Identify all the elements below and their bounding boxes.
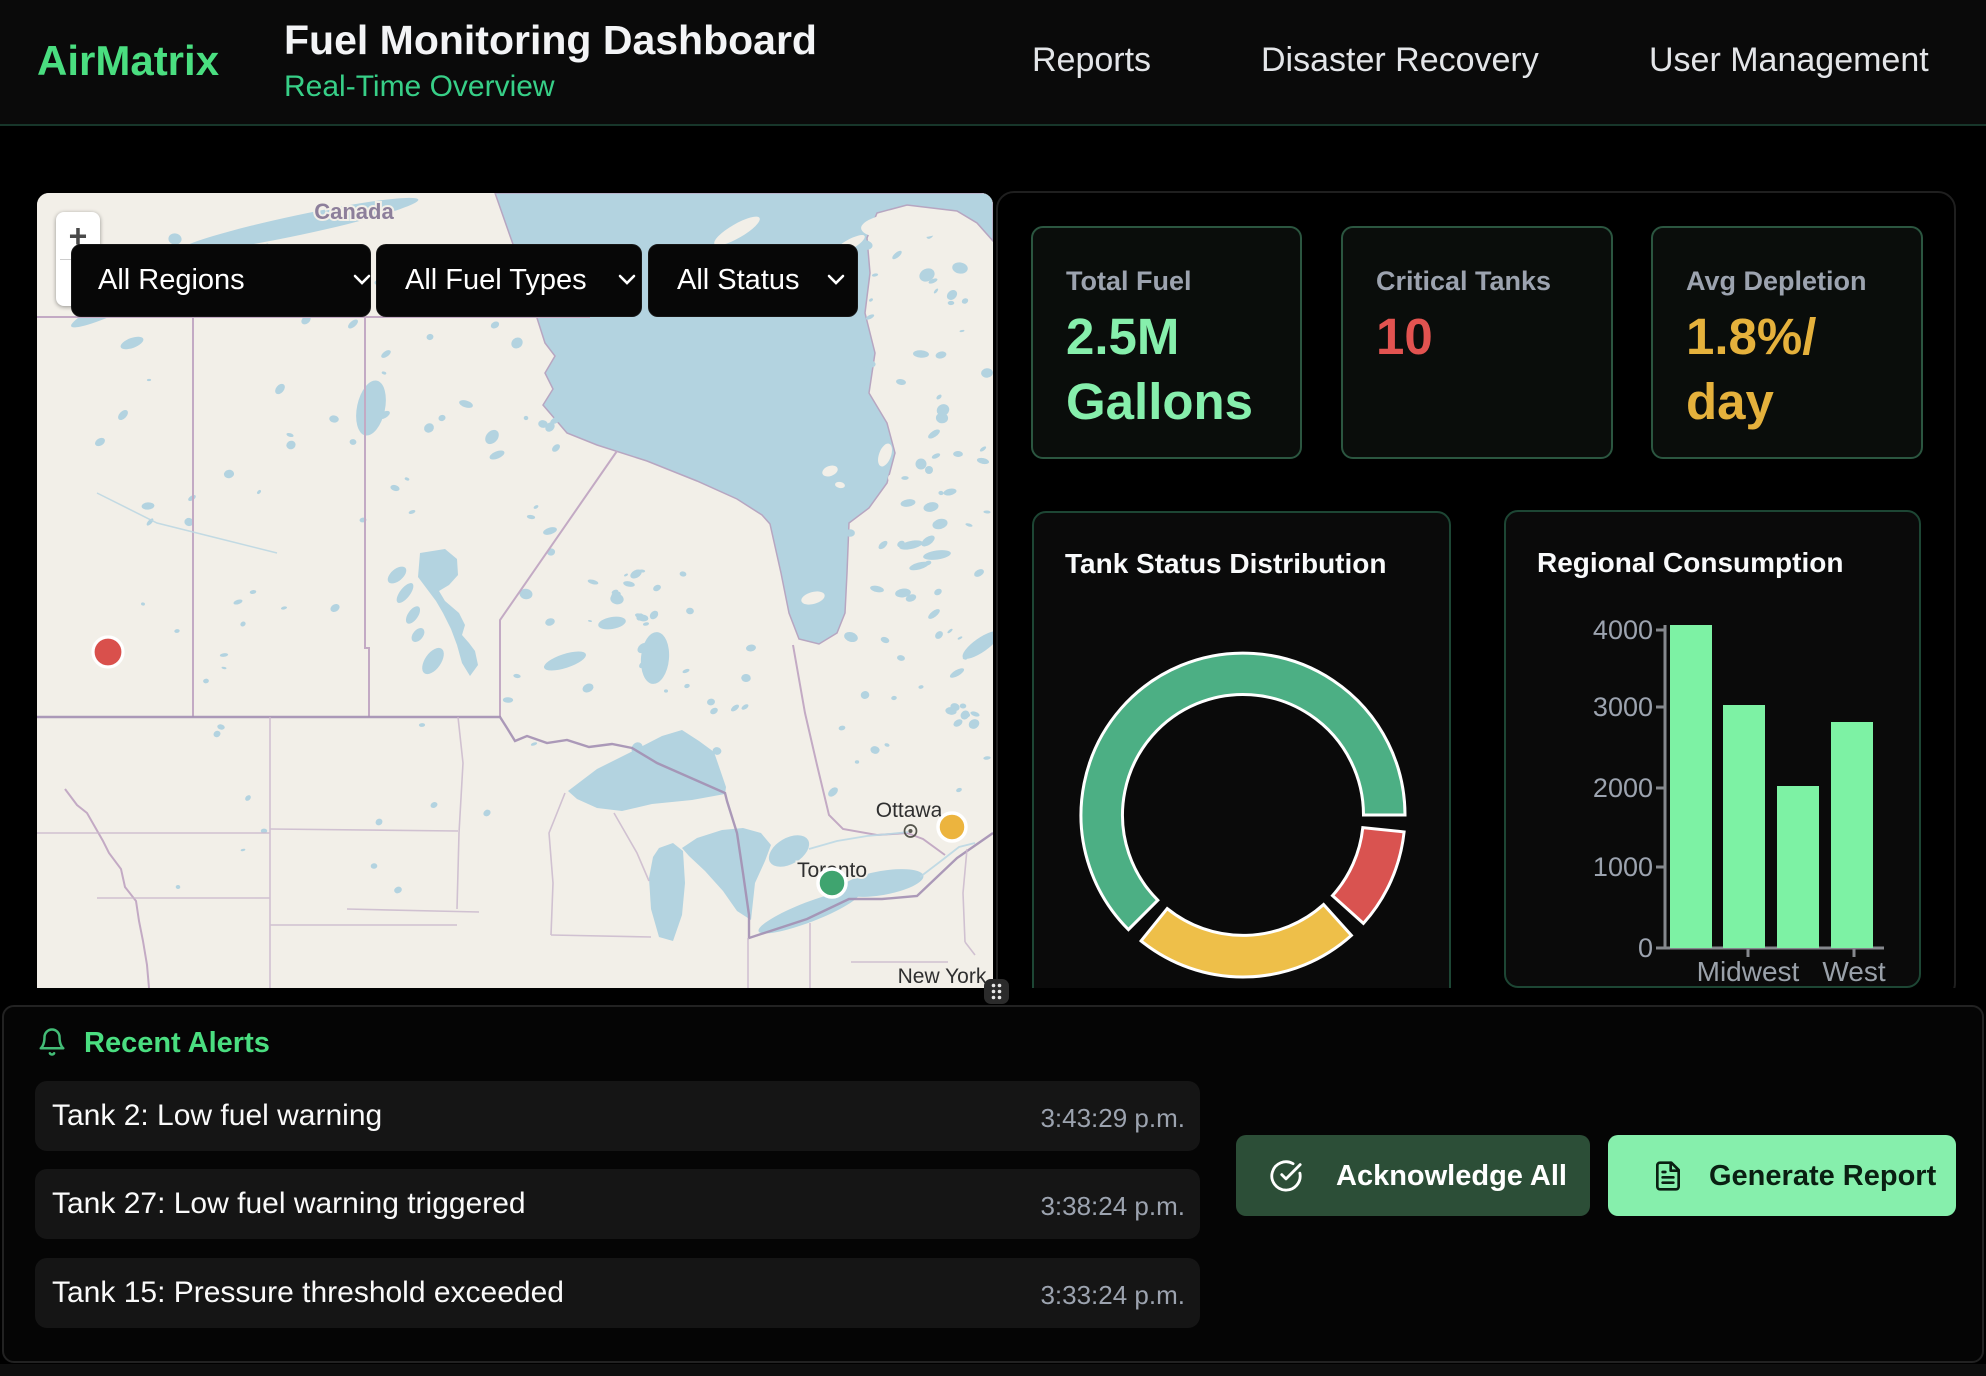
svg-text:Canada: Canada: [314, 199, 394, 224]
svg-text:4000: 4000: [1593, 615, 1653, 645]
svg-text:0: 0: [1638, 933, 1653, 963]
svg-text:1000: 1000: [1593, 852, 1653, 882]
svg-text:3000: 3000: [1593, 692, 1653, 722]
svg-text:New York: New York: [898, 965, 987, 988]
svg-text:Midwest: Midwest: [1697, 956, 1800, 987]
svg-text:Ottawa: Ottawa: [876, 799, 943, 822]
svg-text:West: West: [1822, 956, 1885, 987]
svg-text:2000: 2000: [1593, 773, 1653, 803]
